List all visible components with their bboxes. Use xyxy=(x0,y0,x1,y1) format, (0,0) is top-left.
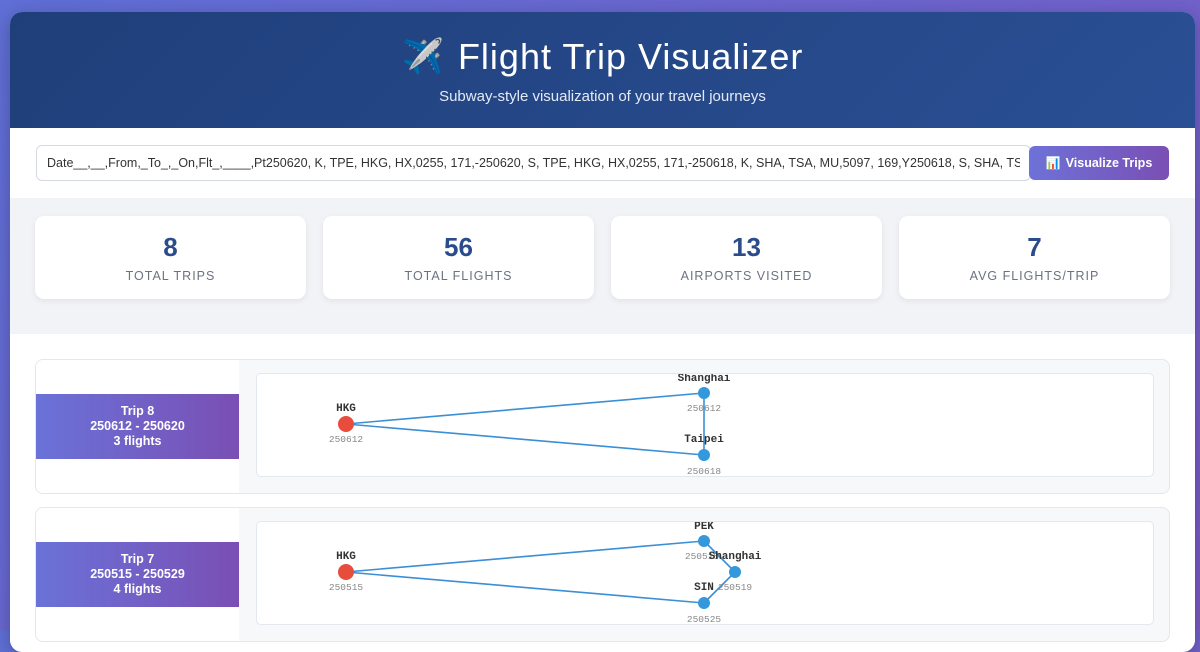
node-label: Shanghai xyxy=(709,551,762,563)
stat-card-avg-flights: 7 AVG FLIGHTS/TRIP xyxy=(899,216,1170,299)
trip-title: Trip 7 xyxy=(120,552,155,566)
stop-node[interactable] xyxy=(729,566,741,578)
origin-node[interactable] xyxy=(338,564,354,580)
trip-label-wrap: Trip 7 250515 - 250529 4 flights xyxy=(36,508,239,641)
trip-data-input[interactable] xyxy=(36,145,1031,181)
stat-card-total-trips: 8 TOTAL TRIPS xyxy=(35,216,306,299)
route-svg: HKG 250515 PEK 250515 Shanghai 250519 SI… xyxy=(329,522,762,624)
trip-title: Trip 8 xyxy=(120,404,155,418)
input-bar: 📊 Visualize Trips xyxy=(10,128,1195,198)
trip-label-wrap: Trip 8 250612 - 250620 3 flights xyxy=(36,360,239,493)
trip-date-range: 250612 - 250620 xyxy=(90,419,185,433)
stop-node[interactable] xyxy=(698,449,710,461)
node-date: 250618 xyxy=(687,466,722,476)
node-date: 250612 xyxy=(329,434,364,445)
trip-route-map: HKG 250612 Shanghai 250612 Taipei 250618 xyxy=(256,373,1154,477)
app-window: ✈️ Flight Trip Visualizer Subway-style v… xyxy=(10,12,1195,652)
stat-value: 13 xyxy=(732,232,761,262)
trip-date-range: 250515 - 250529 xyxy=(90,567,185,581)
route-line xyxy=(345,571,705,604)
node-label: HKG xyxy=(336,403,356,415)
trip-row: Trip 8 250612 - 250620 3 flights HKG 250… xyxy=(35,359,1170,494)
route-line xyxy=(345,540,705,573)
header: ✈️ Flight Trip Visualizer Subway-style v… xyxy=(10,12,1195,128)
node-label: Shanghai xyxy=(678,374,731,385)
node-date: 250519 xyxy=(718,582,753,593)
trip-map-wrap: HKG 250612 Shanghai 250612 Taipei 250618 xyxy=(239,360,1169,493)
trip-flight-count: 3 flights xyxy=(113,434,162,448)
trip-flight-count: 4 flights xyxy=(113,582,162,596)
stats-panel: 8 TOTAL TRIPS 56 TOTAL FLIGHTS 13 AIRPOR… xyxy=(10,198,1195,334)
trip-row: Trip 7 250515 - 250529 4 flights HKG 250… xyxy=(35,507,1170,642)
node-label: Taipei xyxy=(684,434,724,446)
route-line xyxy=(345,423,705,456)
stop-node[interactable] xyxy=(698,387,710,399)
page-title: Flight Trip Visualizer xyxy=(457,36,804,77)
stat-card-total-flights: 56 TOTAL FLIGHTS xyxy=(323,216,594,299)
route-svg: HKG 250612 Shanghai 250612 Taipei 250618 xyxy=(329,374,731,476)
node-date: 250612 xyxy=(687,403,722,414)
stat-label: AIRPORTS VISITED xyxy=(680,269,813,283)
stat-value: 8 xyxy=(163,232,178,262)
stat-label: TOTAL FLIGHTS xyxy=(404,269,513,283)
stat-label: TOTAL TRIPS xyxy=(125,269,216,283)
trip-map-wrap: HKG 250515 PEK 250515 Shanghai 250519 SI… xyxy=(239,508,1169,641)
stat-value: 7 xyxy=(1027,232,1042,262)
stat-label: AVG FLIGHTS/TRIP xyxy=(969,269,1100,283)
trip-label[interactable]: Trip 7 250515 - 250529 4 flights xyxy=(36,542,239,607)
airplane-icon: ✈️ xyxy=(401,38,444,76)
node-date: 250525 xyxy=(687,614,722,624)
stop-node[interactable] xyxy=(698,597,710,609)
visualize-trips-button[interactable]: 📊 Visualize Trips xyxy=(1029,146,1169,180)
node-label: HKG xyxy=(336,551,356,563)
title-row: ✈️ Flight Trip Visualizer xyxy=(10,12,1195,78)
visualize-button-label: Visualize Trips xyxy=(1065,156,1153,170)
origin-node[interactable] xyxy=(338,416,354,432)
stop-node[interactable] xyxy=(698,535,710,547)
bar-chart-icon: 📊 xyxy=(1045,156,1061,170)
trip-route-map: HKG 250515 PEK 250515 Shanghai 250519 SI… xyxy=(256,521,1154,625)
trip-label[interactable]: Trip 8 250612 - 250620 3 flights xyxy=(36,394,239,459)
node-label: PEK xyxy=(694,522,714,533)
page-subtitle: Subway-style visualization of your trave… xyxy=(439,88,766,105)
route-line xyxy=(345,392,705,425)
node-date: 250515 xyxy=(329,582,364,593)
node-label: SIN xyxy=(694,582,714,594)
stat-value: 56 xyxy=(444,232,473,262)
trip-list: Trip 8 250612 - 250620 3 flights HKG 250… xyxy=(10,334,1195,642)
stat-card-airports-visited: 13 AIRPORTS VISITED xyxy=(611,216,882,299)
